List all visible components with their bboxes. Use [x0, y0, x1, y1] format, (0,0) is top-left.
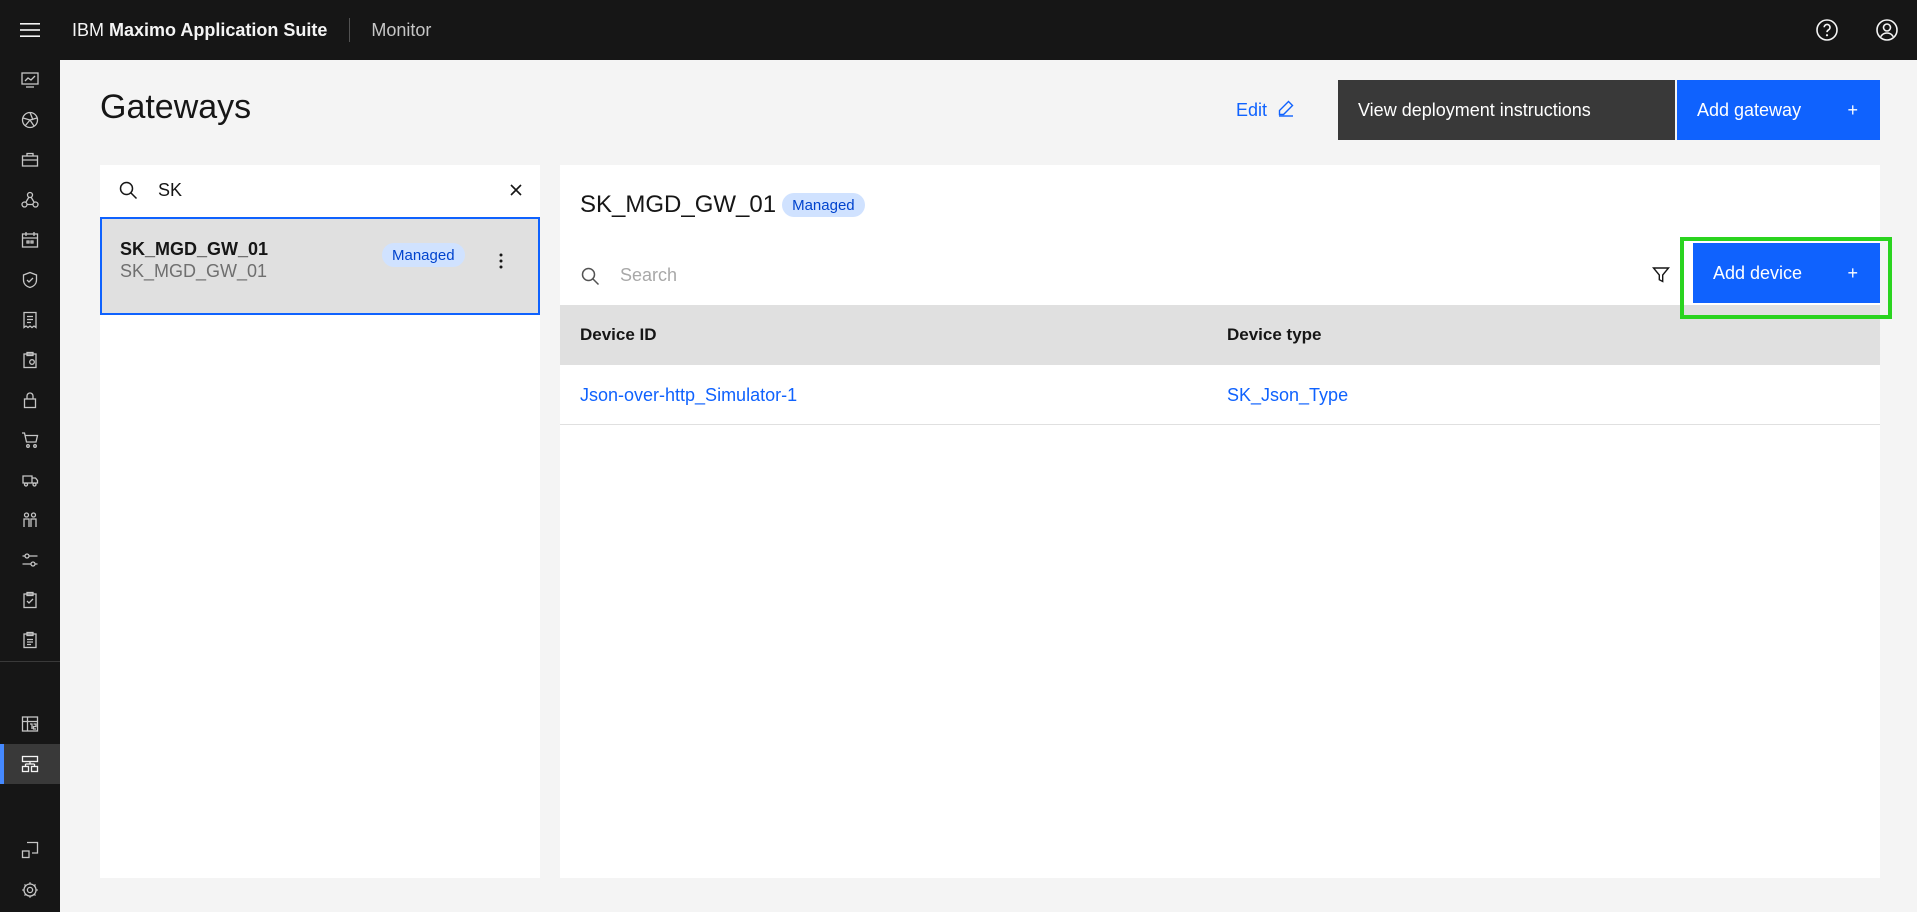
- help-icon[interactable]: [1797, 0, 1857, 60]
- nav-people-icon[interactable]: [0, 500, 60, 540]
- managed-tag: Managed: [382, 243, 465, 267]
- add-gateway-label: Add gateway: [1697, 99, 1802, 120]
- add-icon: +: [1847, 99, 1858, 120]
- table-header: Device ID Device type: [560, 305, 1880, 365]
- gateway-subtitle: SK_MGD_GW_01: [120, 261, 268, 281]
- product-name[interactable]: IBM Maximo Application Suite: [60, 20, 349, 41]
- nav-gateways-icon[interactable]: [0, 744, 60, 784]
- search-icon: [580, 266, 600, 291]
- nav-cart-icon[interactable]: [0, 420, 60, 460]
- devices-table: Device ID Device type Json-over-http_Sim…: [560, 305, 1880, 425]
- device-search-input[interactable]: [620, 259, 1520, 291]
- nav-monitor-icon[interactable]: [0, 60, 60, 100]
- gateway-detail-panel: SK_MGD_GW_01 Managed Add device + Device…: [560, 165, 1880, 878]
- edit-label: Edit: [1236, 99, 1268, 120]
- app-name: Monitor: [371, 19, 432, 40]
- nav-aperture-icon[interactable]: [0, 100, 60, 140]
- add-gateway-button[interactable]: Add gateway +: [1677, 80, 1880, 140]
- header-actions: [1797, 0, 1917, 60]
- user-avatar-icon[interactable]: [1857, 0, 1917, 60]
- brand-name: Maximo Application Suite: [109, 19, 328, 40]
- nav-delivery-icon[interactable]: [0, 460, 60, 500]
- nav-hierarchy-icon[interactable]: [0, 180, 60, 220]
- search-icon: [118, 180, 138, 205]
- column-header-device-type[interactable]: Device type: [1227, 305, 1322, 365]
- device-search: [560, 249, 1680, 301]
- detail-header: SK_MGD_GW_01 Managed: [580, 191, 865, 219]
- close-icon[interactable]: [506, 180, 526, 200]
- overflow-menu-icon[interactable]: [486, 241, 516, 281]
- device-type-link[interactable]: SK_Json_Type: [1227, 365, 1348, 425]
- gateway-list-panel: SK_MGD_GW_01 SK_MGD_GW_01 Managed: [100, 165, 540, 878]
- nav-shield-check-icon[interactable]: [0, 260, 60, 300]
- nav-clipboard-icon[interactable]: [0, 340, 60, 380]
- view-deployment-instructions-label: View deployment instructions: [1358, 99, 1591, 120]
- nav-launch-icon[interactable]: [0, 830, 60, 870]
- nav-calendar-data-icon[interactable]: [0, 704, 60, 744]
- nav-calendar-icon[interactable]: [0, 220, 60, 260]
- nav-settings-icon[interactable]: [0, 870, 60, 910]
- nav-divider: [0, 661, 60, 662]
- nav-receipt-icon[interactable]: [0, 300, 60, 340]
- menu-icon[interactable]: [0, 0, 60, 60]
- view-deployment-instructions-button[interactable]: View deployment instructions: [1338, 80, 1675, 140]
- top-header: IBM Maximo Application Suite Monitor: [0, 0, 1917, 60]
- gateway-list-item[interactable]: SK_MGD_GW_01 SK_MGD_GW_01 Managed: [100, 217, 540, 315]
- gateway-search: [100, 165, 540, 215]
- column-header-device-id[interactable]: Device ID: [580, 305, 657, 365]
- pencil-icon: [1277, 99, 1295, 122]
- page-title: Gateways: [100, 88, 252, 126]
- gateway-name: SK_MGD_GW_01: [120, 239, 269, 259]
- brand-prefix: IBM: [72, 19, 105, 40]
- table-row: Json-over-http_Simulator-1 SK_Json_Type: [560, 365, 1880, 425]
- add-device-label: Add device: [1713, 262, 1803, 283]
- add-device-button[interactable]: Add device +: [1693, 243, 1880, 303]
- nav-task-icon[interactable]: [0, 580, 60, 620]
- device-id-link[interactable]: Json-over-http_Simulator-1: [580, 365, 797, 425]
- managed-tag: Managed: [782, 193, 865, 217]
- side-nav: [0, 60, 60, 912]
- nav-sliders-icon[interactable]: [0, 540, 60, 580]
- nav-lock-icon[interactable]: [0, 380, 60, 420]
- detail-gateway-name: SK_MGD_GW_01: [580, 191, 777, 218]
- gateway-search-input[interactable]: [158, 175, 478, 205]
- filter-icon[interactable]: [1645, 252, 1677, 298]
- nav-report-icon[interactable]: [0, 620, 60, 660]
- edit-link[interactable]: Edit: [1236, 96, 1295, 124]
- nav-toolbox-icon[interactable]: [0, 140, 60, 180]
- add-icon: +: [1847, 262, 1858, 283]
